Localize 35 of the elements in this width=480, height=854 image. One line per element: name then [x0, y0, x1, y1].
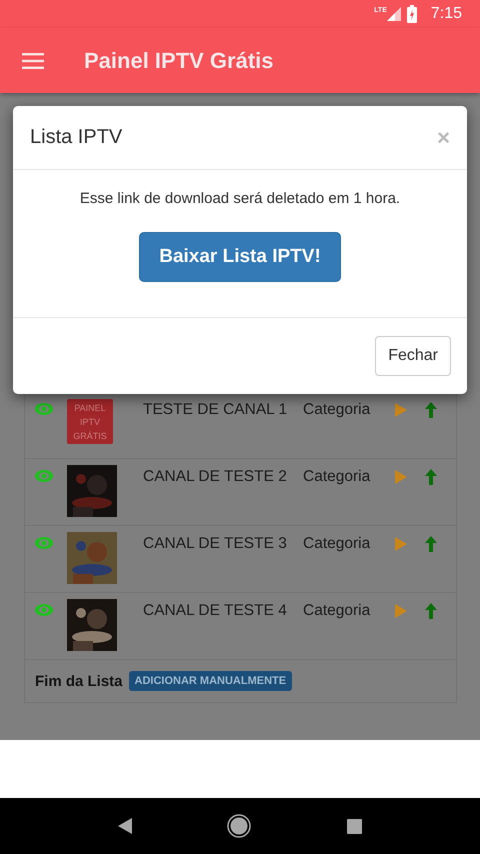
arrow-up-icon[interactable]: [425, 402, 437, 418]
play-icon[interactable]: [395, 403, 407, 417]
eye-icon[interactable]: [35, 470, 53, 482]
close-button[interactable]: Fechar: [375, 336, 451, 376]
home-icon[interactable]: [227, 814, 252, 838]
channel-category: Categoria: [303, 401, 372, 419]
dialog-title: Lista IPTV: [30, 126, 122, 149]
add-manually-button[interactable]: ADICIONAR MANUALMENTE: [128, 671, 292, 691]
channel-name: CANAL DE TESTE 3: [143, 535, 288, 553]
play-icon[interactable]: [395, 604, 407, 618]
channel-category: Categoria: [303, 602, 372, 620]
channel-category: Categoria: [303, 468, 372, 486]
arrow-up-icon[interactable]: [425, 536, 437, 552]
channel-name: TESTE DE CANAL 1: [143, 401, 288, 419]
play-icon[interactable]: [395, 537, 407, 551]
back-icon[interactable]: [118, 818, 132, 834]
list-end-label: Fim da Lista: [35, 672, 123, 690]
recents-icon[interactable]: [347, 818, 362, 834]
arrow-up-icon[interactable]: [425, 603, 437, 619]
dialog-message: Esse link de download será deletado em 1 hora.: [80, 190, 400, 207]
signal-icon: [386, 7, 401, 21]
download-button[interactable]: Baixar Lista IPTV!: [139, 232, 341, 282]
eye-icon[interactable]: [35, 403, 53, 415]
channel-logo: PAINEL IPTV GRÁTIS: [67, 399, 113, 444]
eye-icon[interactable]: [35, 604, 53, 616]
channel-name: CANAL DE TESTE 2: [143, 468, 288, 486]
menu-icon[interactable]: [22, 52, 44, 68]
channel-name: CANAL DE TESTE 4: [143, 602, 288, 620]
eye-icon[interactable]: [35, 537, 53, 549]
play-icon[interactable]: [395, 470, 407, 484]
battery-charging-icon: [406, 5, 417, 23]
clock-time: 7:15: [430, 5, 462, 23]
app-title: Painel IPTV Grátis: [84, 48, 274, 74]
channel-category: Categoria: [303, 535, 372, 553]
arrow-up-icon[interactable]: [425, 469, 437, 485]
